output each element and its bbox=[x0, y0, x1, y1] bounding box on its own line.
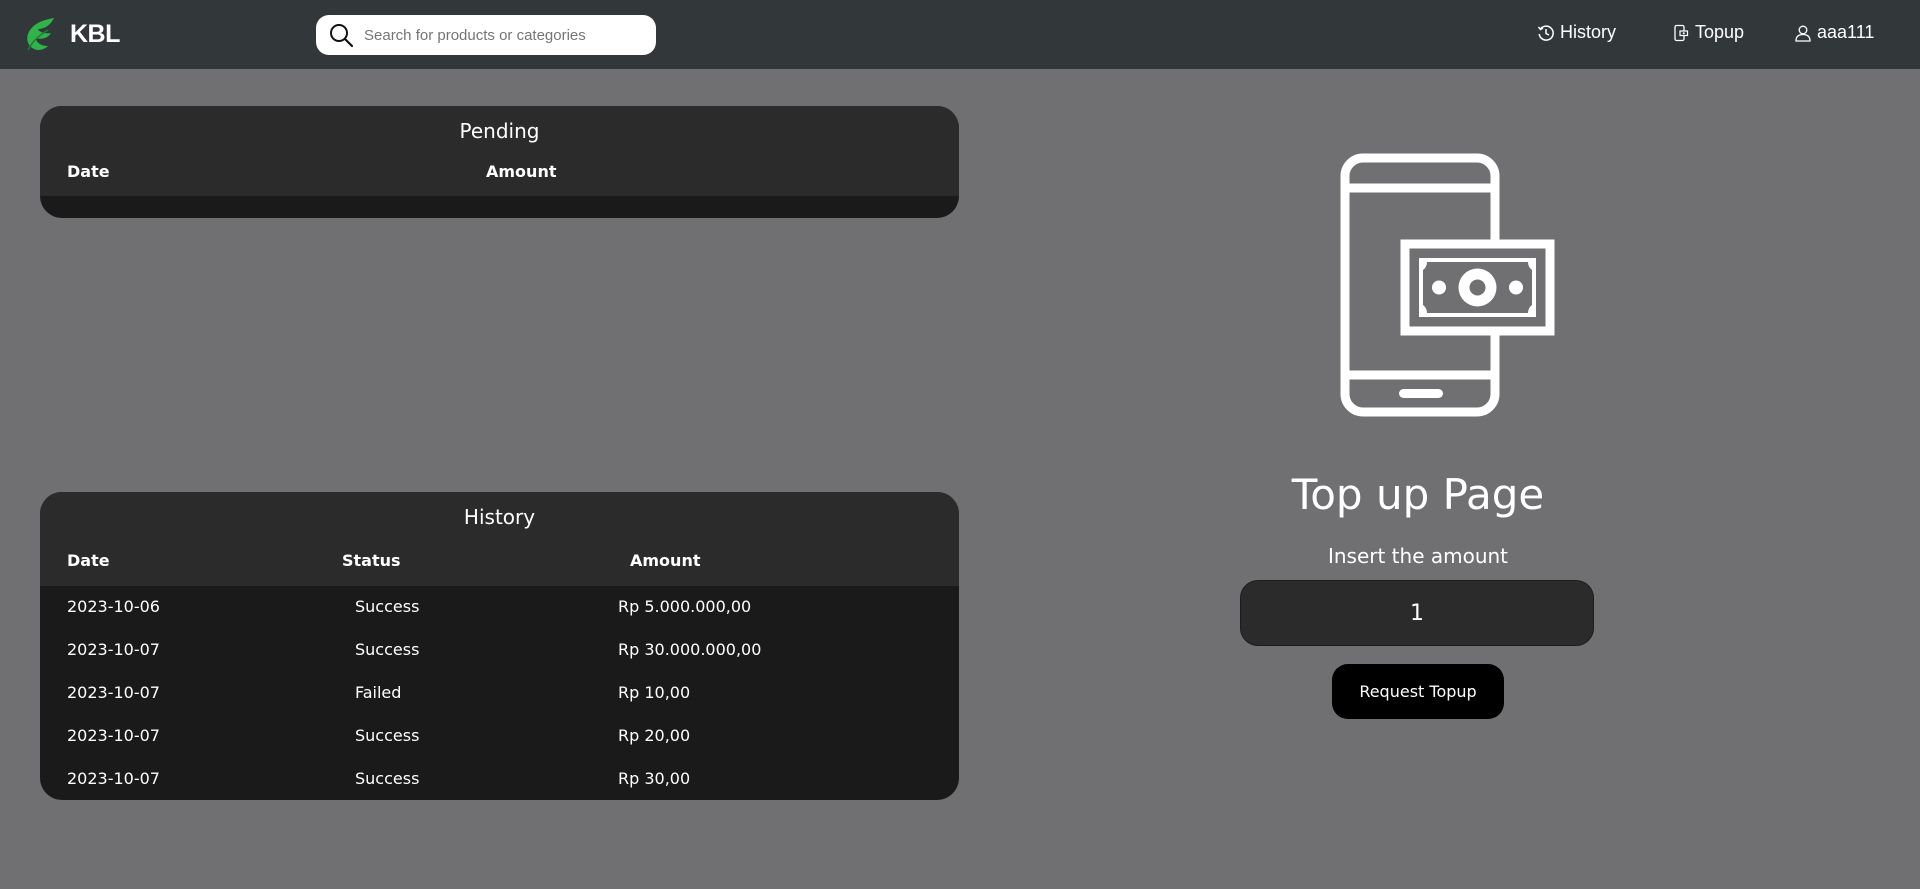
row-status: Success bbox=[355, 769, 420, 788]
pending-col-date: Date bbox=[67, 162, 110, 181]
table-row: 2023-10-07 Success Rp 20,00 bbox=[40, 715, 959, 758]
amount-label: Insert the amount bbox=[1327, 544, 1509, 568]
history-card: History Date Status Amount 2023-10-06 Su… bbox=[40, 492, 959, 800]
table-row: 2023-10-07 Failed Rp 10,00 bbox=[40, 672, 959, 715]
row-amount: Rp 10,00 bbox=[618, 683, 691, 702]
user-icon bbox=[1795, 25, 1811, 42]
leaf-logo-icon bbox=[27, 18, 54, 51]
row-status: Success bbox=[355, 640, 420, 659]
nav-topup-link[interactable]: Topup bbox=[1672, 22, 1744, 43]
row-date: 2023-10-07 bbox=[67, 640, 160, 659]
row-date: 2023-10-07 bbox=[67, 683, 160, 702]
search-input[interactable] bbox=[364, 26, 644, 44]
history-col-status: Status bbox=[342, 551, 401, 570]
pending-col-amount: Amount bbox=[486, 162, 557, 181]
row-date: 2023-10-07 bbox=[67, 769, 160, 788]
nav-history-link[interactable]: History bbox=[1537, 22, 1616, 43]
history-clock-icon bbox=[1537, 24, 1554, 41]
row-date: 2023-10-07 bbox=[67, 726, 160, 745]
row-amount: Rp 20,00 bbox=[618, 726, 691, 745]
table-row: 2023-10-06 Success Rp 5.000.000,00 bbox=[40, 586, 959, 629]
row-date: 2023-10-06 bbox=[67, 597, 160, 616]
row-status: Failed bbox=[355, 683, 402, 702]
search-icon bbox=[330, 24, 354, 48]
history-col-amount: Amount bbox=[630, 551, 701, 570]
brand[interactable]: KBL bbox=[24, 16, 120, 52]
table-row: 2023-10-07 Success Rp 30,00 bbox=[40, 758, 959, 800]
nav-topup-label: Topup bbox=[1695, 22, 1745, 42]
request-topup-button[interactable]: Request Topup bbox=[1332, 664, 1504, 719]
nav-user-link[interactable]: aaa111 bbox=[1794, 22, 1874, 43]
history-title: History bbox=[463, 505, 536, 529]
row-amount: Rp 30,00 bbox=[618, 769, 691, 788]
table-row: 2023-10-07 Success Rp 30.000.000,00 bbox=[40, 629, 959, 672]
history-columns: Date Status Amount bbox=[40, 542, 959, 586]
pending-columns: Date Amount bbox=[40, 156, 959, 196]
nav-user-label: aaa111 bbox=[1817, 22, 1875, 42]
row-status: Success bbox=[355, 597, 420, 616]
row-amount: Rp 5.000.000,00 bbox=[618, 597, 752, 616]
nav-history-label: History bbox=[1560, 22, 1617, 42]
history-header: History Date Status Amount bbox=[40, 492, 959, 586]
topup-page-title: Top up Page bbox=[1291, 470, 1545, 519]
pending-card: Pending Date Amount bbox=[40, 106, 959, 218]
navbar: KBL History Topup aaa111 bbox=[0, 0, 1920, 69]
phone-topup-icon bbox=[1674, 24, 1689, 41]
row-amount: Rp 30.000.000,00 bbox=[618, 640, 762, 659]
brand-name: KBL bbox=[70, 19, 120, 48]
history-col-date: Date bbox=[67, 551, 110, 570]
search-bar bbox=[316, 15, 656, 55]
pending-header: Pending Date Amount bbox=[40, 106, 959, 196]
pending-title: Pending bbox=[459, 119, 540, 143]
phone-money-icon bbox=[1340, 153, 1555, 417]
history-rows: 2023-10-06 Success Rp 5.000.000,00 2023-… bbox=[40, 586, 959, 800]
amount-input[interactable] bbox=[1240, 580, 1594, 646]
row-status: Success bbox=[355, 726, 420, 745]
